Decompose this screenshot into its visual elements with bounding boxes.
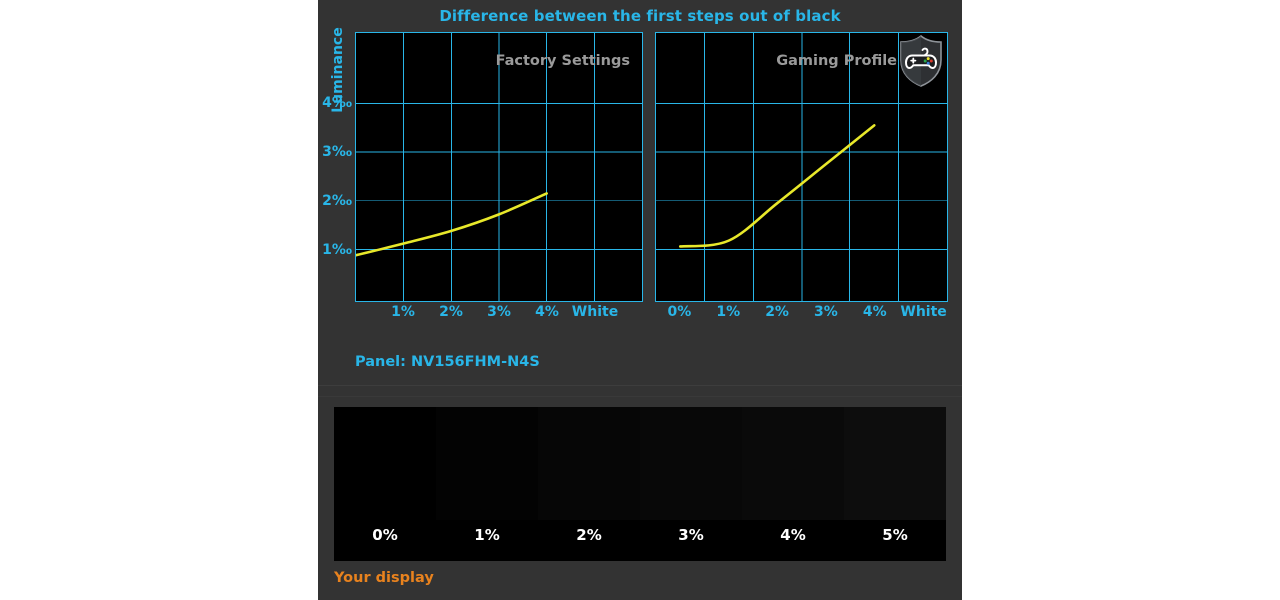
- gradient-swatch: [334, 407, 436, 520]
- y-tick-2: 2‰: [322, 193, 352, 209]
- grid-lines-left: [356, 33, 642, 301]
- x-tick-r-white: White: [900, 304, 947, 320]
- gradient-step: 5%: [844, 407, 946, 561]
- gradient-swatch: [538, 407, 640, 520]
- panel-model-caption: Panel: NV156FHM-N4S: [355, 354, 540, 370]
- gradient-swatch: [844, 407, 946, 520]
- your-display-caption: Your display: [334, 570, 434, 586]
- shield-gamepad-icon: [900, 34, 942, 87]
- x-tick-white: White: [571, 304, 619, 320]
- luminance-curve-right: [678, 124, 876, 248]
- gradient-step: 0%: [334, 407, 436, 561]
- gradient-step: 4%: [742, 407, 844, 561]
- y-tick-4: 4‰: [322, 95, 352, 111]
- x-tick-r-0pct: 0%: [667, 304, 692, 320]
- x-axis-ticks-left: 1% 2% 3% 4% White: [355, 304, 643, 328]
- y-tick-3: 3‰: [322, 144, 352, 160]
- gradient-step: 2%: [538, 407, 640, 561]
- chart-left-canvas: [356, 33, 642, 301]
- gradient-swatch-label: 3%: [678, 526, 704, 544]
- gradient-swatch-label: 2%: [576, 526, 602, 544]
- x-axis-ticks-right: 0% 1% 2% 3% 4% White: [655, 304, 948, 328]
- gradient-swatch-label: 5%: [882, 526, 908, 544]
- y-tick-1: 1‰: [322, 242, 352, 258]
- x-tick-r-2pct: 2%: [765, 304, 789, 320]
- gradient-swatch: [742, 407, 844, 520]
- chart-gaming-profile: Gaming Profile: [655, 32, 948, 302]
- y-axis-ticks: 1‰ 2‰ 3‰ 4‰: [318, 32, 352, 302]
- x-tick-r-4pct: 4%: [862, 304, 887, 320]
- gradient-step: 1%: [436, 407, 538, 561]
- gradient-swatch-label: 4%: [780, 526, 806, 544]
- report-panel: Difference between the first steps out o…: [318, 0, 962, 600]
- chart-right-label: Gaming Profile: [776, 53, 897, 69]
- section-divider-top: [318, 385, 962, 386]
- section-divider-bottom: [318, 396, 962, 397]
- x-tick-3pct: 3%: [487, 304, 511, 320]
- gradient-step: 3%: [640, 407, 742, 561]
- x-tick-4pct: 4%: [535, 304, 559, 320]
- chart-left-label: Factory Settings: [495, 53, 630, 69]
- gradient-swatch: [436, 407, 538, 520]
- chart-factory-settings: Factory Settings: [355, 32, 643, 302]
- black-level-gradient-strip: 0% 1% 2% 3% 4% 5%: [334, 407, 946, 561]
- gradient-swatch-label: 1%: [474, 526, 500, 544]
- charts-area: Luminance 1‰ 2‰ 3‰ 4‰ Factory Settings G…: [318, 0, 962, 385]
- gradient-swatch: [640, 407, 742, 520]
- x-tick-r-3pct: 3%: [814, 304, 838, 320]
- x-tick-2pct: 2%: [439, 304, 463, 320]
- gradient-swatch-label: 0%: [372, 526, 398, 544]
- x-tick-1pct: 1%: [391, 304, 415, 320]
- x-tick-r-1pct: 1%: [716, 304, 741, 320]
